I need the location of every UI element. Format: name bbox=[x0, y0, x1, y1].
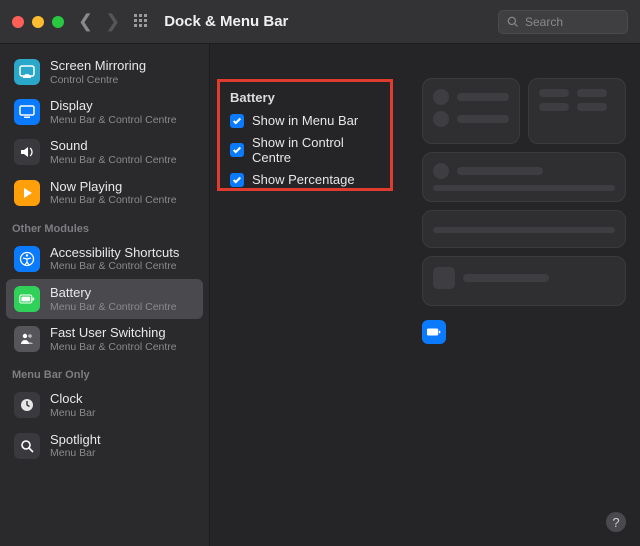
checkbox-icon bbox=[230, 143, 244, 157]
nav-arrows: ❮ ❯ bbox=[78, 11, 120, 32]
checkbox-show-percentage[interactable]: Show Percentage bbox=[230, 172, 380, 187]
checkbox-show-in-menu-bar[interactable]: Show in Menu Bar bbox=[230, 113, 380, 128]
sidebar-item-clock[interactable]: ClockMenu Bar bbox=[6, 385, 203, 425]
checkbox-label: Show in Control Centre bbox=[252, 135, 380, 165]
window-title: Dock & Menu Bar bbox=[164, 13, 288, 30]
screen-mirroring-icon bbox=[14, 59, 40, 85]
back-button[interactable]: ❮ bbox=[78, 11, 93, 32]
sidebar-item-label: Fast User Switching bbox=[50, 325, 177, 341]
battery-settings-highlight: Battery Show in Menu Bar Show in Control… bbox=[217, 79, 393, 191]
sidebar-item-sub: Control Centre bbox=[50, 74, 146, 87]
user-switch-icon bbox=[14, 326, 40, 352]
sidebar-item-now-playing[interactable]: Now PlayingMenu Bar & Control Centre bbox=[6, 173, 203, 213]
preview-card bbox=[422, 78, 520, 144]
sidebar-item-sub: Menu Bar & Control Centre bbox=[50, 341, 177, 354]
sidebar-item-sub: Menu Bar & Control Centre bbox=[50, 260, 179, 273]
help-button[interactable]: ? bbox=[606, 512, 626, 532]
checkbox-label: Show in Menu Bar bbox=[252, 113, 358, 128]
close-window-button[interactable] bbox=[12, 16, 24, 28]
minimize-window-button[interactable] bbox=[32, 16, 44, 28]
sidebar-item-label: Battery bbox=[50, 285, 177, 301]
sidebar-item-sub: Menu Bar & Control Centre bbox=[50, 194, 177, 207]
search-icon bbox=[507, 16, 519, 28]
preview-card bbox=[422, 210, 626, 248]
sidebar-item-label: Now Playing bbox=[50, 179, 177, 195]
sidebar-item-label: Screen Mirroring bbox=[50, 58, 146, 74]
sidebar-item-battery[interactable]: BatteryMenu Bar & Control Centre bbox=[6, 279, 203, 319]
sidebar-item-screen-mirroring[interactable]: Screen MirroringControl Centre bbox=[6, 52, 203, 92]
preview-card bbox=[528, 78, 626, 144]
sidebar-item-label: Accessibility Shortcuts bbox=[50, 245, 179, 261]
battery-icon bbox=[14, 286, 40, 312]
sidebar-item-sub: Menu Bar bbox=[50, 447, 101, 460]
checkbox-icon bbox=[230, 173, 244, 187]
sidebar-item-display[interactable]: DisplayMenu Bar & Control Centre bbox=[6, 92, 203, 132]
sidebar-item-sub: Menu Bar & Control Centre bbox=[50, 154, 177, 167]
preview-card bbox=[422, 152, 626, 202]
settings-heading: Battery bbox=[230, 90, 380, 105]
accessibility-icon bbox=[14, 246, 40, 272]
sidebar-group-other-modules: Other Modules bbox=[6, 213, 203, 239]
zoom-window-button[interactable] bbox=[52, 16, 64, 28]
sidebar-item-sub: Menu Bar & Control Centre bbox=[50, 301, 177, 314]
sidebar: Screen MirroringControl Centre DisplayMe… bbox=[0, 44, 210, 546]
checkbox-show-in-control-centre[interactable]: Show in Control Centre bbox=[230, 135, 380, 165]
checkbox-label: Show Percentage bbox=[252, 172, 355, 187]
titlebar: ❮ ❯ Dock & Menu Bar Search bbox=[0, 0, 640, 44]
sound-icon bbox=[14, 139, 40, 165]
control-centre-preview bbox=[422, 78, 626, 344]
now-playing-icon bbox=[14, 180, 40, 206]
sidebar-group-menu-bar-only: Menu Bar Only bbox=[6, 359, 203, 385]
clock-icon bbox=[14, 392, 40, 418]
show-all-icon[interactable] bbox=[134, 14, 150, 30]
display-icon bbox=[14, 99, 40, 125]
window-controls bbox=[12, 16, 64, 28]
main-pane: Battery Show in Menu Bar Show in Control… bbox=[210, 44, 640, 546]
sidebar-item-sound[interactable]: SoundMenu Bar & Control Centre bbox=[6, 132, 203, 172]
sidebar-item-fast-user-switching[interactable]: Fast User SwitchingMenu Bar & Control Ce… bbox=[6, 319, 203, 359]
search-input[interactable]: Search bbox=[498, 10, 628, 34]
sidebar-item-sub: Menu Bar & Control Centre bbox=[50, 114, 177, 127]
checkbox-icon bbox=[230, 114, 244, 128]
search-placeholder: Search bbox=[525, 15, 563, 29]
sidebar-item-label: Display bbox=[50, 98, 177, 114]
sidebar-item-label: Sound bbox=[50, 138, 177, 154]
forward-button[interactable]: ❯ bbox=[105, 11, 120, 32]
sidebar-item-label: Spotlight bbox=[50, 432, 101, 448]
sidebar-item-label: Clock bbox=[50, 391, 96, 407]
sidebar-item-spotlight[interactable]: SpotlightMenu Bar bbox=[6, 426, 203, 466]
spotlight-icon bbox=[14, 433, 40, 459]
sidebar-item-accessibility[interactable]: Accessibility ShortcutsMenu Bar & Contro… bbox=[6, 239, 203, 279]
preview-card bbox=[422, 256, 626, 306]
preview-battery-badge bbox=[422, 320, 446, 344]
sidebar-item-sub: Menu Bar bbox=[50, 407, 96, 420]
